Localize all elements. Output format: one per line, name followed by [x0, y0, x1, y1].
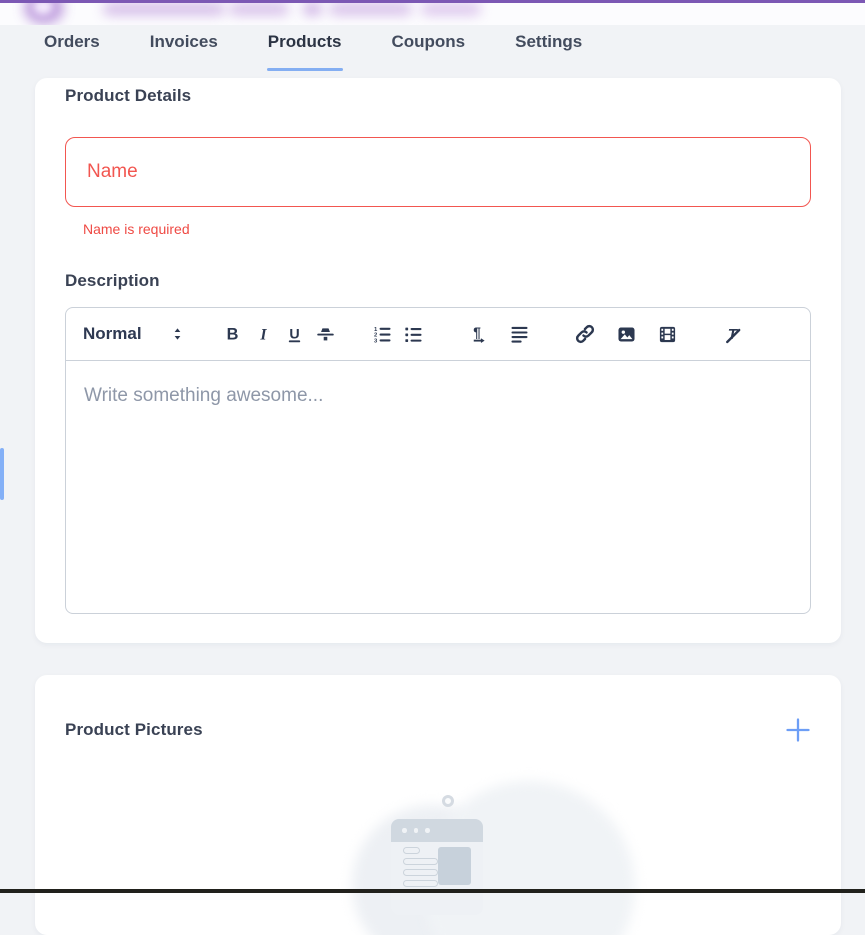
- format-select-value: Normal: [83, 324, 142, 344]
- header-accent-line: [0, 0, 865, 3]
- header-text-redacted: [329, 3, 412, 15]
- browser-titlebar: [391, 819, 483, 842]
- browser-dot: [425, 828, 430, 833]
- svg-text:3: 3: [374, 338, 378, 343]
- bold-button[interactable]: B: [218, 320, 246, 348]
- svg-text:¶: ¶: [473, 325, 481, 340]
- editor-placeholder: Write something awesome...: [84, 385, 792, 407]
- ordered-list-button[interactable]: 1 2 3: [368, 320, 396, 348]
- skeleton-image-block: [438, 847, 471, 885]
- italic-icon: I: [254, 325, 273, 344]
- name-error-message: Name is required: [83, 221, 811, 237]
- svg-text:B: B: [226, 325, 238, 343]
- browser-dot: [414, 828, 419, 833]
- editor-toolbar: Normal B I: [66, 308, 810, 361]
- plus-icon: [785, 717, 811, 743]
- bullet-list-button[interactable]: [399, 320, 427, 348]
- product-details-card: Product Details Name Name is required De…: [35, 78, 841, 643]
- skeleton-text-lines: [403, 847, 438, 891]
- empty-state-ring-icon: [442, 795, 454, 807]
- insert-image-button[interactable]: [612, 320, 640, 348]
- bullet-list-icon: [404, 325, 423, 344]
- add-picture-button[interactable]: [785, 717, 811, 743]
- empty-state-browser-illustration: [391, 819, 483, 915]
- bold-icon: B: [223, 325, 242, 344]
- name-input[interactable]: Name: [65, 137, 811, 207]
- tab-orders[interactable]: Orders: [44, 30, 100, 71]
- align-left-icon: [510, 325, 529, 344]
- name-input-label: Name: [87, 161, 138, 183]
- svg-text:U: U: [289, 326, 299, 342]
- description-label: Description: [65, 271, 811, 291]
- product-details-title: Product Details: [65, 86, 811, 106]
- window-bottom-edge: [0, 889, 865, 893]
- insert-video-button[interactable]: [654, 320, 682, 348]
- product-pictures-title: Product Pictures: [65, 720, 203, 740]
- link-icon: [575, 324, 595, 344]
- editor-text-area[interactable]: Write something awesome...: [66, 361, 810, 614]
- tab-settings[interactable]: Settings: [515, 30, 582, 71]
- tab-coupons[interactable]: Coupons: [391, 30, 465, 71]
- link-button[interactable]: [571, 320, 599, 348]
- tab-products[interactable]: Products: [268, 30, 342, 71]
- active-tab-underline: [267, 68, 344, 71]
- clear-formatting-button[interactable]: T: [719, 320, 747, 348]
- image-icon: [617, 325, 636, 344]
- tab-bar: Orders Invoices Products Coupons Setting…: [0, 25, 865, 71]
- text-direction-button[interactable]: ¶: [464, 320, 492, 348]
- product-pictures-card: Product Pictures: [35, 675, 841, 935]
- underline-button[interactable]: U: [280, 320, 308, 348]
- text-direction-icon: ¶: [469, 325, 488, 344]
- browser-dot: [402, 828, 407, 833]
- left-scrollbar-thumb[interactable]: [0, 448, 4, 500]
- header-text-redacted: [103, 3, 225, 15]
- header-text-redacted: [229, 3, 289, 15]
- header-text-redacted: [421, 3, 481, 15]
- clear-formatting-icon: T: [723, 324, 743, 344]
- video-icon: [658, 325, 677, 344]
- tab-invoices[interactable]: Invoices: [150, 30, 218, 71]
- strikethrough-icon: [316, 325, 335, 344]
- ordered-list-icon: 1 2 3: [373, 325, 392, 344]
- app-header-redacted: [0, 0, 865, 25]
- strikethrough-button[interactable]: [311, 320, 339, 348]
- align-button[interactable]: [506, 320, 534, 348]
- svg-text:I: I: [259, 326, 267, 343]
- picker-caret-icon: [170, 325, 185, 343]
- description-editor: Normal B I: [65, 307, 811, 614]
- underline-icon: U: [285, 325, 304, 344]
- tab-products-label: Products: [268, 32, 342, 51]
- header-text-redacted: [303, 3, 322, 15]
- format-select[interactable]: Normal: [83, 324, 185, 344]
- italic-button[interactable]: I: [249, 320, 277, 348]
